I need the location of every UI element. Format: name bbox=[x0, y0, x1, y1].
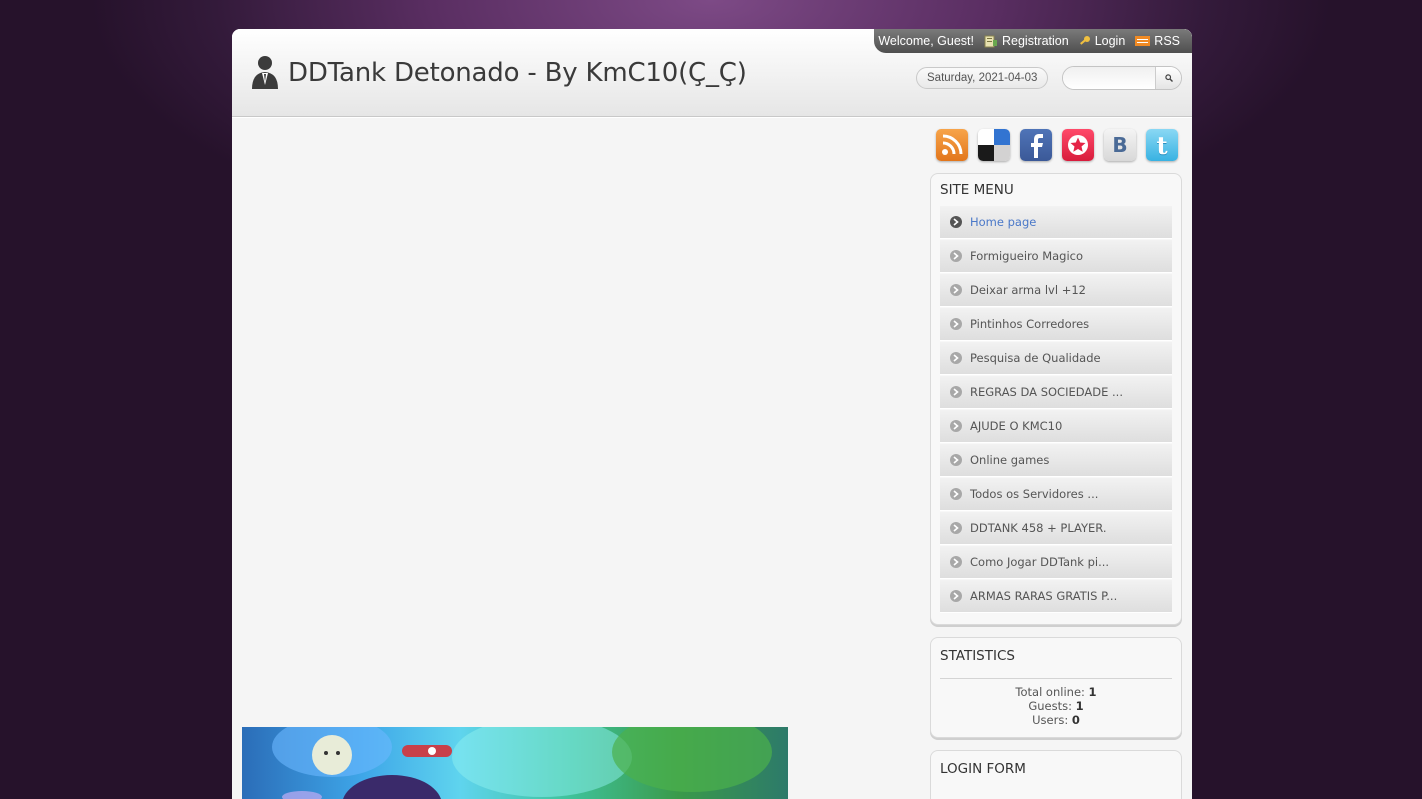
chevron-right-icon bbox=[950, 250, 962, 262]
sidebar-menu-item[interactable]: Deixar arma lvl +12 bbox=[940, 274, 1172, 307]
login-form-title: LOGIN FORM bbox=[940, 761, 1026, 777]
sidebar-menu-item[interactable]: Pintinhos Corredores bbox=[940, 308, 1172, 341]
search-form bbox=[1062, 66, 1182, 90]
menu-item-label: ARMAS RARAS GRATIS P... bbox=[970, 589, 1118, 603]
menu-item-label: Formigueiro Magico bbox=[970, 249, 1084, 263]
menu-item-label: AJUDE O KMC10 bbox=[970, 419, 1063, 433]
sidebar: B t SITE MENU Home page Formigueiro Magic… bbox=[930, 129, 1182, 799]
sidebar-menu-item[interactable]: Home page bbox=[940, 206, 1172, 239]
game-banner-image[interactable] bbox=[242, 727, 788, 799]
chevron-right-icon bbox=[950, 386, 962, 398]
menu-item-label: REGRAS DA SOCIEDADE ... bbox=[970, 385, 1123, 399]
facebook-glyph bbox=[1031, 134, 1043, 158]
statistics-title: STATISTICS bbox=[940, 648, 1015, 664]
chevron-right-icon bbox=[950, 488, 962, 500]
site-menu-list: Home page Formigueiro Magico Deixar arma l… bbox=[940, 206, 1172, 613]
twitter-icon[interactable]: t bbox=[1146, 129, 1178, 161]
site-menu-title: SITE MENU bbox=[940, 182, 1014, 198]
search-button[interactable] bbox=[1155, 67, 1181, 89]
search-input[interactable] bbox=[1063, 67, 1155, 89]
stat-total-online-value: 1 bbox=[1088, 685, 1097, 699]
rss-icon[interactable] bbox=[936, 129, 968, 161]
vkontakte-icon[interactable]: B bbox=[1104, 129, 1136, 161]
header: DDTank Detonado - By KmC10(Ç_Ç) Welcome,… bbox=[232, 29, 1192, 117]
user-bar: Welcome, Guest! Registration Login RSS bbox=[874, 29, 1192, 53]
login-link[interactable]: Login bbox=[1079, 34, 1126, 48]
menu-item-label: Online games bbox=[970, 453, 1050, 467]
stat-users-label: Users: bbox=[1032, 713, 1069, 727]
site-menu-block: SITE MENU Home page Formigueiro Magico Dei… bbox=[930, 173, 1182, 625]
stat-guests-label: Guests: bbox=[1028, 699, 1072, 713]
chevron-right-icon bbox=[950, 216, 962, 228]
delicious-icon[interactable] bbox=[978, 129, 1010, 161]
rss-badge-icon bbox=[1135, 36, 1151, 46]
rss-feed-glyph bbox=[942, 134, 963, 155]
registration-link[interactable]: Registration bbox=[984, 34, 1069, 48]
chevron-right-icon bbox=[950, 284, 962, 296]
sidebar-menu-item[interactable]: Todos os Servidores ... bbox=[940, 478, 1172, 511]
chevron-right-icon bbox=[950, 420, 962, 432]
chevron-right-icon bbox=[950, 318, 962, 330]
sidebar-menu-item[interactable]: DDTANK 458 + PLAYER. bbox=[940, 512, 1172, 545]
sidebar-menu-item[interactable]: REGRAS DA SOCIEDADE ... bbox=[940, 376, 1172, 409]
user-suit-icon bbox=[252, 56, 278, 89]
stat-guests-value: 1 bbox=[1075, 699, 1084, 713]
sidebar-menu-item[interactable]: ARMAS RARAS GRATIS P... bbox=[940, 580, 1172, 613]
date-display: Saturday, 2021-04-03 bbox=[916, 67, 1049, 89]
chevron-right-icon bbox=[950, 590, 962, 602]
page-container: DDTank Detonado - By KmC10(Ç_Ç) Welcome,… bbox=[232, 29, 1192, 799]
site-logo[interactable]: DDTank Detonado - By KmC10(Ç_Ç) bbox=[250, 55, 747, 91]
stat-total-online-label: Total online: bbox=[1015, 685, 1085, 699]
delicious-glyph bbox=[978, 129, 1010, 161]
game-banner-art bbox=[272, 727, 772, 799]
menu-item-label: Pesquisa de Qualidade bbox=[970, 351, 1101, 365]
sidebar-menu-item[interactable]: Como Jogar DDTank pi... bbox=[940, 546, 1172, 579]
sidebar-menu-item[interactable]: Online games bbox=[940, 444, 1172, 477]
vk-glyph: B bbox=[1112, 133, 1128, 157]
registration-label: Registration bbox=[1002, 34, 1069, 48]
rss-link[interactable]: RSS bbox=[1135, 34, 1180, 48]
login-label: Login bbox=[1094, 34, 1126, 48]
statistics-divider bbox=[940, 678, 1172, 679]
stat-guests: Guests: 1 bbox=[940, 699, 1172, 713]
menu-item-label: Todos os Servidores ... bbox=[970, 487, 1099, 501]
menu-item-label: DDTANK 458 + PLAYER. bbox=[970, 521, 1107, 535]
key-icon bbox=[1079, 36, 1090, 45]
stat-users: Users: 0 bbox=[940, 713, 1172, 727]
welcome-text: Welcome, Guest! bbox=[878, 34, 974, 48]
statistics-block: STATISTICS Total online: 1 Guests: 1 Use… bbox=[930, 637, 1182, 738]
menu-item-label: Deixar arma lvl +12 bbox=[970, 283, 1086, 297]
chevron-right-icon bbox=[950, 352, 962, 364]
star-glyph bbox=[1068, 135, 1088, 155]
sidebar-menu-item[interactable]: Formigueiro Magico bbox=[940, 240, 1172, 273]
sidebar-menu-item[interactable]: Pesquisa de Qualidade bbox=[940, 342, 1172, 375]
site-title: DDTank Detonado - By KmC10(Ç_Ç) bbox=[288, 58, 747, 88]
sidebar-menu-item[interactable]: AJUDE O KMC10 bbox=[940, 410, 1172, 443]
menu-item-label: Home page bbox=[970, 215, 1037, 229]
favorites-icon[interactable] bbox=[1062, 129, 1094, 161]
twitter-glyph: t bbox=[1156, 130, 1168, 160]
chevron-right-icon bbox=[950, 522, 962, 534]
stat-total-online: Total online: 1 bbox=[940, 685, 1172, 699]
menu-item-label: Como Jogar DDTank pi... bbox=[970, 555, 1110, 569]
stat-users-value: 0 bbox=[1071, 713, 1080, 727]
chevron-right-icon bbox=[950, 454, 962, 466]
social-icons: B t bbox=[930, 129, 1182, 161]
chevron-right-icon bbox=[950, 556, 962, 568]
facebook-icon[interactable] bbox=[1020, 129, 1052, 161]
rss-label: RSS bbox=[1154, 34, 1180, 48]
registration-icon bbox=[984, 35, 997, 47]
menu-item-label: Pintinhos Corredores bbox=[970, 317, 1090, 331]
search-icon bbox=[1164, 74, 1173, 82]
login-form-block: LOGIN FORM bbox=[930, 750, 1182, 799]
